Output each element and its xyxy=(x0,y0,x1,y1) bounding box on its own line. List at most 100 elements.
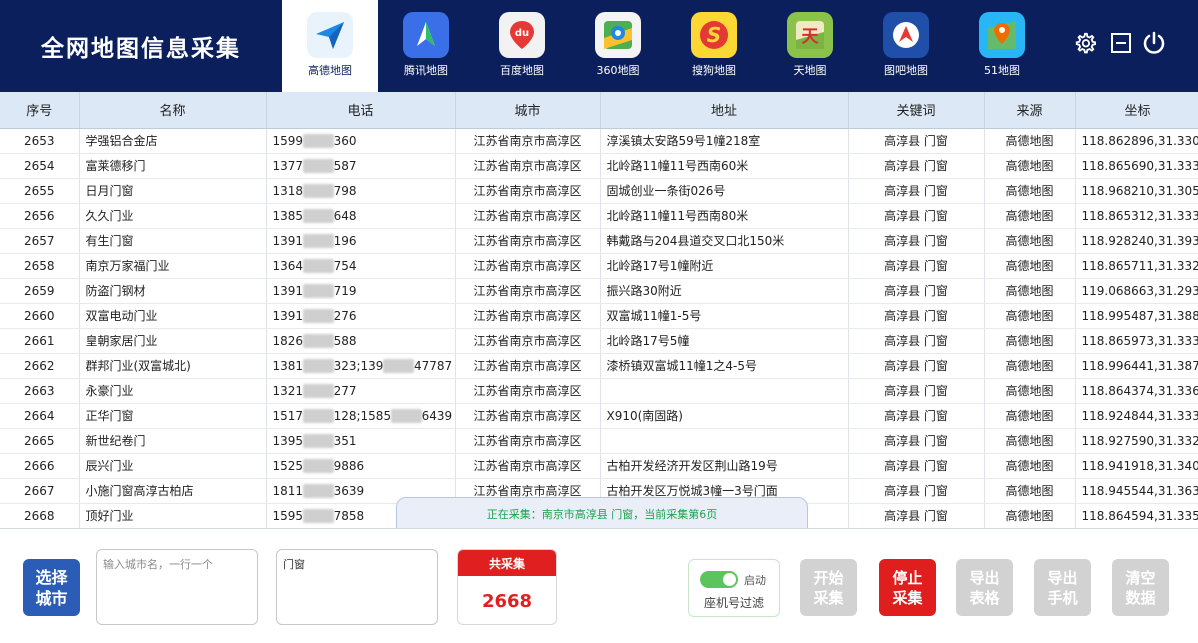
sogou-glyph: S xyxy=(707,23,721,47)
360-map-icon xyxy=(595,12,641,58)
cell-coords: 118.924844,31.33367 xyxy=(1075,403,1198,429)
phone-redacted: 0000 xyxy=(303,358,334,373)
table-row[interactable]: 2660双富电动门业13910000276江苏省南京市高淳区双富城11幢1-5号… xyxy=(0,303,1198,329)
cell-name: 日月门窗 xyxy=(79,178,267,204)
phone-suffix: 323;139 xyxy=(333,358,384,373)
keyword-input[interactable]: 门窗 xyxy=(276,549,438,625)
cell-city: 江苏省南京市高淳区 xyxy=(455,353,601,379)
column-header[interactable]: 关键词 xyxy=(848,92,985,129)
filter-toggle[interactable] xyxy=(700,571,738,588)
column-header[interactable]: 坐标 xyxy=(1075,92,1198,129)
tab-tencent[interactable]: 腾讯地图 xyxy=(378,0,474,92)
cell-index: 2658 xyxy=(0,253,80,279)
start-button[interactable]: 开始采集 xyxy=(800,559,857,616)
cell-source: 高德地图 xyxy=(984,303,1076,329)
cell-phone: 13950000351 xyxy=(266,428,456,454)
cell-coords: 118.864374,31.33608 xyxy=(1075,378,1198,404)
cell-name: 学强铝合金店 xyxy=(79,128,267,154)
table-row[interactable]: 2658南京万家福门业13640000754江苏省南京市高淳区北岭路17号1幢附… xyxy=(0,253,1198,279)
header: 全网地图信息采集 高德地图 腾讯地图 du 百度地图 360地图 S 搜狗地图 … xyxy=(0,0,1198,92)
table-row[interactable]: 2661皇朝家居门业18260000588江苏省南京市高淳区北岭路17号5幢高淳… xyxy=(0,328,1198,354)
tencent-map-icon xyxy=(403,12,449,58)
phone-suffix: 360 xyxy=(333,133,357,148)
cell-address xyxy=(600,378,849,404)
column-header[interactable]: 名称 xyxy=(79,92,267,129)
cell-name: 富莱德移门 xyxy=(79,153,267,179)
table-row[interactable]: 2662群邦门业(双富城北)13810000323;139000047787江苏… xyxy=(0,353,1198,379)
cell-name: 有生门窗 xyxy=(79,228,267,254)
column-header[interactable]: 电话 xyxy=(266,92,456,129)
column-header[interactable]: 来源 xyxy=(984,92,1076,129)
minimize-button[interactable] xyxy=(1108,30,1134,56)
tab-amap[interactable]: 高德地图 xyxy=(282,0,378,92)
count-label: 共采集 xyxy=(458,550,556,576)
cell-index: 2663 xyxy=(0,378,80,404)
phone-suffix: 648 xyxy=(333,208,357,223)
column-header[interactable]: 城市 xyxy=(455,92,601,129)
cell-index: 2660 xyxy=(0,303,80,329)
phone-prefix: 1517 xyxy=(272,408,304,423)
cell-address: 古柏开发经济开发区荆山路19号 xyxy=(600,453,849,479)
tab-tianditu[interactable]: 天 天地图 xyxy=(762,0,858,92)
cell-keyword: 高淳县 门窗 xyxy=(848,503,985,528)
tab-sogou[interactable]: S 搜狗地图 xyxy=(666,0,762,92)
control-panel: 选择城市 门窗 共采集 2668 启动 座机号过滤 开始采集 停止采集 导出表格… xyxy=(0,528,1198,643)
table-row[interactable]: 2657有生门窗13910000196江苏省南京市高淳区韩戴路与204县道交叉口… xyxy=(0,228,1198,254)
export-phone-button[interactable]: 导出手机 xyxy=(1034,559,1091,616)
cell-address: 北岭路11幢11号西南80米 xyxy=(600,203,849,229)
cell-city: 江苏省南京市高淳区 xyxy=(455,428,601,454)
phone-suffix: 277 xyxy=(333,383,357,398)
cell-source: 高德地图 xyxy=(984,128,1076,154)
sogou-map-icon: S xyxy=(691,12,737,58)
cell-name: 群邦门业(双富城北) xyxy=(79,353,267,379)
phone-prefix: 1391 xyxy=(272,233,304,248)
export-table-button[interactable]: 导出表格 xyxy=(956,559,1013,616)
tab-baidu[interactable]: du 百度地图 xyxy=(474,0,570,92)
toggle-label: 启动 xyxy=(744,574,766,587)
cell-source: 高德地图 xyxy=(984,253,1076,279)
cell-city: 江苏省南京市高淳区 xyxy=(455,278,601,304)
table-row[interactable]: 2663永豪门业13210000277江苏省南京市高淳区高淳县 门窗高德地图11… xyxy=(0,378,1198,404)
settings-button[interactable] xyxy=(1072,30,1098,56)
tab-label: 360地图 xyxy=(596,64,640,77)
table-row[interactable]: 2656久久门业13850000648江苏省南京市高淳区北岭路11幢11号西南8… xyxy=(0,203,1198,229)
cell-keyword: 高淳县 门窗 xyxy=(848,253,985,279)
cell-index: 2662 xyxy=(0,353,80,379)
power-button[interactable] xyxy=(1141,30,1167,56)
cell-index: 2665 xyxy=(0,428,80,454)
cell-address: X910(南固路) xyxy=(600,403,849,429)
phone-redacted: 0000 xyxy=(303,308,334,323)
table-row[interactable]: 2653学强铝合金店15990000360江苏省南京市高淳区淳溪镇太安路59号1… xyxy=(0,128,1198,154)
tab-360[interactable]: 360地图 xyxy=(570,0,666,92)
cell-city: 江苏省南京市高淳区 xyxy=(455,403,601,429)
collected-count: 共采集 2668 xyxy=(457,549,557,625)
cell-city: 江苏省南京市高淳区 xyxy=(455,178,601,204)
phone-prefix: 1364 xyxy=(272,258,304,273)
tab-51map[interactable]: 51地图 xyxy=(954,0,1050,92)
table-row[interactable]: 2665新世纪卷门13950000351江苏省南京市高淳区高淳县 门窗高德地图1… xyxy=(0,428,1198,454)
table-row[interactable]: 2666辰兴门业152500009886江苏省南京市高淳区古柏开发经济开发区荆山… xyxy=(0,453,1198,479)
clear-data-button[interactable]: 清空数据 xyxy=(1112,559,1169,616)
table-row[interactable]: 2664正华门窗15170000128;158500006439江苏省南京市高淳… xyxy=(0,403,1198,429)
phone-redacted: 0000 xyxy=(303,208,334,223)
table-row[interactable]: 2655日月门窗13180000798江苏省南京市高淳区固城创业一条街026号高… xyxy=(0,178,1198,204)
results-table-container[interactable]: 序号 名称 电话 城市 地址 关键词 来源 坐标 2653学强铝合金店15990… xyxy=(0,92,1198,528)
column-header[interactable]: 地址 xyxy=(600,92,849,129)
cell-index: 2664 xyxy=(0,403,80,429)
table-row[interactable]: 2659防盗门钢材13910000719江苏省南京市高淳区振兴路30附近高淳县 … xyxy=(0,278,1198,304)
app-title: 全网地图信息采集 xyxy=(41,36,241,62)
phone-redacted: 0000 xyxy=(303,158,334,173)
column-header[interactable]: 序号 xyxy=(0,92,80,129)
table-row[interactable]: 2654富莱德移门13770000587江苏省南京市高淳区北岭路11幢11号西南… xyxy=(0,153,1198,179)
phone-prefix: 1525 xyxy=(272,458,304,473)
cell-index: 2661 xyxy=(0,328,80,354)
city-input[interactable] xyxy=(96,549,258,625)
phone-prefix: 1321 xyxy=(272,383,304,398)
tab-mapbar[interactable]: 图吧地图 xyxy=(858,0,954,92)
phone-suffix: 7858 xyxy=(333,508,365,523)
phone-suffix: 588 xyxy=(333,333,357,348)
cell-address: 双富城11幢1-5号 xyxy=(600,303,849,329)
cell-source: 高德地图 xyxy=(984,478,1076,504)
stop-button[interactable]: 停止采集 xyxy=(879,559,936,616)
select-city-button[interactable]: 选择城市 xyxy=(23,559,80,616)
